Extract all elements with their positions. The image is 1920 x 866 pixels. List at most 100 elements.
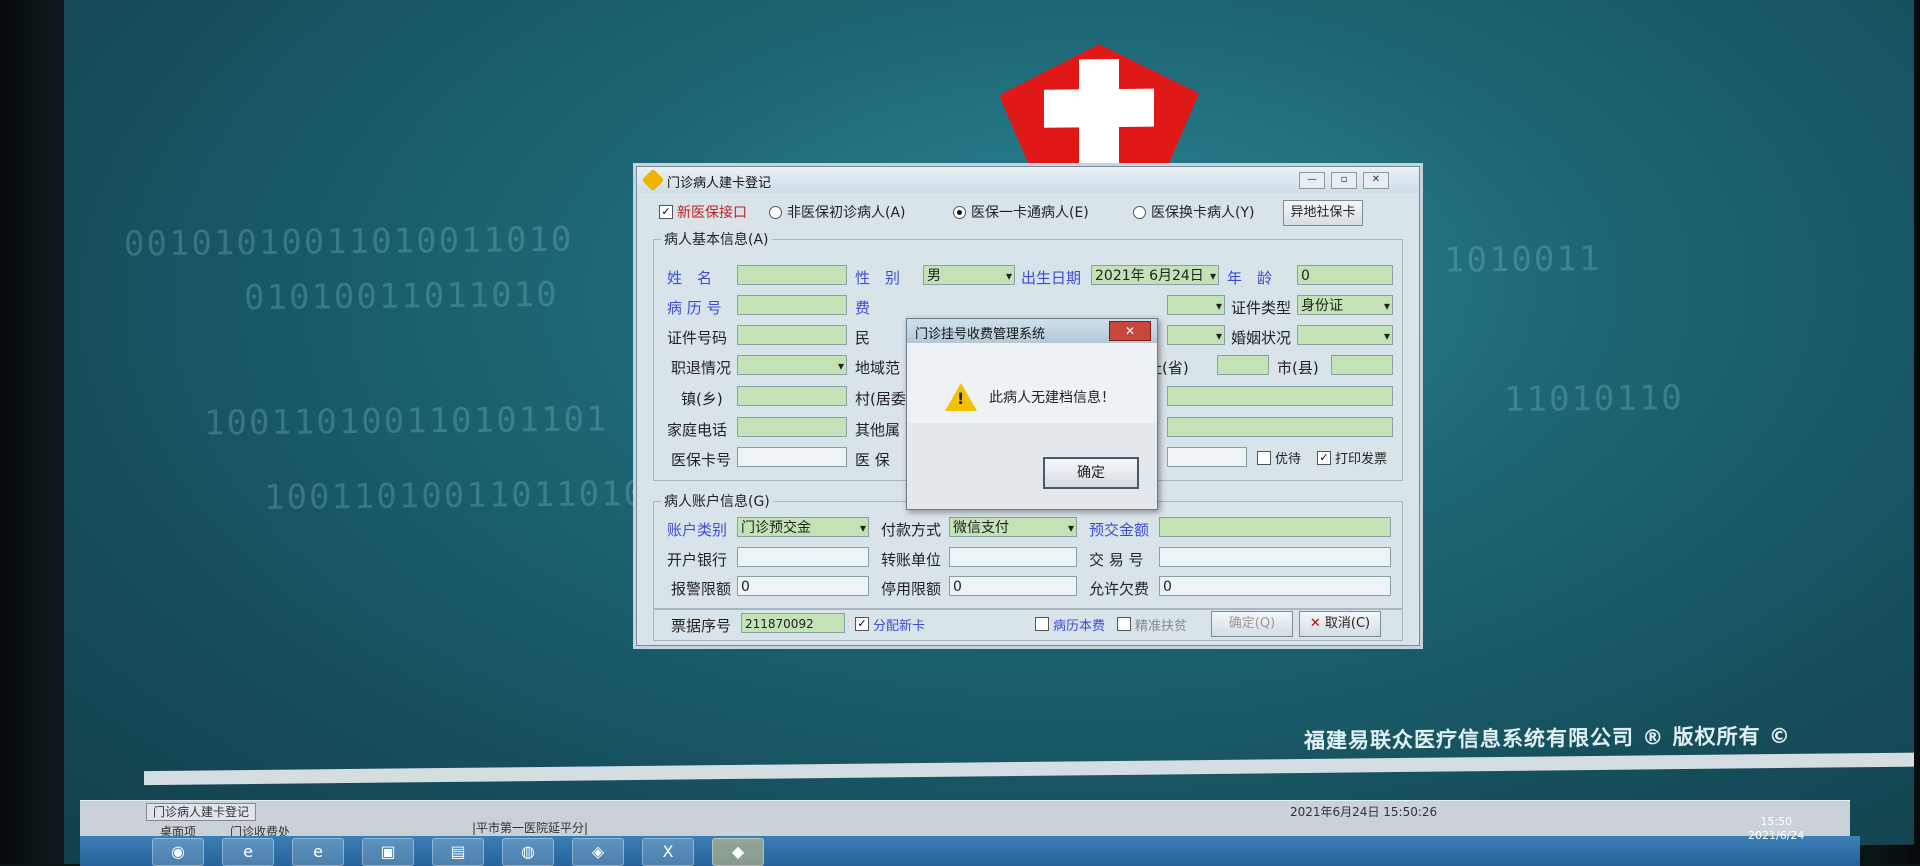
- village-field[interactable]: [1167, 386, 1393, 406]
- receipt-no-field[interactable]: 211870092: [741, 613, 845, 633]
- status-datetime: 2021年6月24日 15:50:26: [1290, 805, 1438, 819]
- print-invoice-checkbox[interactable]: ✓: [1317, 451, 1331, 465]
- prepay-field[interactable]: [1159, 517, 1391, 537]
- village-label: 村(居委: [855, 390, 906, 408]
- bank-field[interactable]: [737, 547, 869, 567]
- clock-date: 2021/6/24: [1748, 829, 1805, 842]
- id-no-field[interactable]: [737, 325, 847, 345]
- minimize-button[interactable]: —: [1299, 172, 1325, 189]
- confirm-button[interactable]: 确定(Q): [1211, 611, 1293, 637]
- close-button[interactable]: ✕: [1363, 172, 1389, 189]
- birthdate-label: 出生日期: [1021, 269, 1082, 287]
- alarm-limit-label: 报警限额: [671, 580, 732, 598]
- marital-label: 婚姻状况: [1231, 329, 1292, 347]
- ie2-browser-icon[interactable]: e: [292, 838, 344, 866]
- city-label: 市(县): [1277, 359, 1319, 377]
- window-title: 门诊病人建卡登记: [667, 176, 772, 191]
- fee-type-select[interactable]: [1167, 295, 1225, 315]
- ie-browser-icon[interactable]: e: [222, 838, 274, 866]
- folder-icon[interactable]: ▤: [432, 838, 484, 866]
- status-hospital: |平市第一医院延平分|: [472, 821, 589, 835]
- decor-binary: 11010110: [1504, 378, 1684, 420]
- town-label: 镇(乡): [681, 390, 723, 408]
- name-field[interactable]: [737, 265, 847, 285]
- city-field[interactable]: [1331, 355, 1393, 375]
- copyright-slogan: 福建易联众医疗信息系统有限公司 ® 版权所有 ©: [1304, 723, 1791, 754]
- record-no-field[interactable]: [737, 295, 847, 315]
- priority-label: 优待: [1275, 452, 1302, 467]
- bank-label: 开户银行: [667, 551, 728, 569]
- transfer-label: 转账单位: [881, 551, 942, 569]
- status-line: [144, 752, 1914, 786]
- fee-label: 费: [855, 299, 871, 317]
- print-invoice-label: 打印发票: [1335, 452, 1388, 467]
- offsite-card-button[interactable]: 异地社保卡: [1283, 200, 1363, 226]
- radio-non-insured-label: 非医保初诊病人(A): [787, 205, 906, 221]
- radio-non-insured[interactable]: [769, 206, 782, 219]
- birthdate-picker[interactable]: 2021年 6月24日: [1091, 265, 1219, 285]
- dialog-close-button[interactable]: ✕: [1109, 321, 1151, 341]
- clock-time: 15:50: [1760, 815, 1793, 828]
- retire-select[interactable]: [737, 355, 847, 375]
- other-label: 其他属: [855, 421, 901, 439]
- priority-checkbox[interactable]: [1257, 451, 1271, 465]
- record-book-checkbox[interactable]: [1035, 617, 1049, 631]
- cancel-button[interactable]: ✕ 取消(C): [1299, 611, 1381, 637]
- insurance-card-label: 医保卡号: [671, 451, 732, 469]
- system-clock: 15:50 2021/6/24: [1748, 815, 1804, 843]
- id-type-select[interactable]: 身份证: [1297, 295, 1393, 315]
- maximize-button[interactable]: ▫: [1331, 172, 1357, 189]
- marital-select[interactable]: [1297, 325, 1393, 345]
- insurance-card-field[interactable]: [737, 447, 847, 467]
- start-orb-icon[interactable]: ◉: [152, 838, 204, 866]
- assign-card-checkbox[interactable]: ✓: [855, 617, 869, 631]
- warning-icon: !: [945, 383, 977, 411]
- assign-card-label: 分配新卡: [873, 619, 926, 634]
- id-type-label: 证件类型: [1231, 299, 1292, 317]
- pay-method-select[interactable]: 微信支付: [949, 517, 1077, 537]
- town-field[interactable]: [737, 386, 847, 406]
- precise-checkbox[interactable]: [1117, 617, 1131, 631]
- gender-label: 性 别: [855, 269, 901, 287]
- trade-no-field[interactable]: [1159, 547, 1391, 567]
- new-insurance-checkbox[interactable]: ✓: [659, 205, 673, 219]
- other-field[interactable]: [1167, 417, 1393, 437]
- app-diamond-icon: [641, 168, 665, 192]
- status-tab[interactable]: 门诊病人建卡登记: [146, 803, 257, 821]
- record-no-label: 病 历 号: [667, 299, 722, 317]
- radio-one-card-label: 医保一卡通病人(E): [971, 205, 1089, 221]
- radio-swap-card[interactable]: [1133, 206, 1146, 219]
- alarm-limit-field[interactable]: 0: [737, 576, 869, 596]
- dialog-titlebar: 门诊挂号收费管理系统 ✕: [907, 319, 1157, 343]
- dialog-title: 门诊挂号收费管理系统: [915, 327, 1046, 342]
- province-field[interactable]: [1217, 355, 1269, 375]
- ethnic-select[interactable]: [1167, 325, 1225, 345]
- transfer-field[interactable]: [949, 547, 1077, 567]
- decor-binary: 100110100110101101: [204, 399, 609, 444]
- cancel-x-icon: ✕: [1309, 616, 1321, 631]
- chrome-icon[interactable]: ◍: [502, 838, 554, 866]
- decor-binary: 00101010011010011010: [124, 219, 574, 265]
- allow-debt-field[interactable]: 0: [1159, 576, 1391, 596]
- account-type-select[interactable]: 门诊预交金: [737, 517, 869, 537]
- excel-icon[interactable]: X: [642, 838, 694, 866]
- app-icon[interactable]: ▣: [362, 838, 414, 866]
- stop-limit-field[interactable]: 0: [949, 576, 1077, 596]
- home-phone-field[interactable]: [737, 417, 847, 437]
- stop-limit-label: 停用限额: [881, 580, 942, 598]
- record-book-label: 病历本费: [1053, 619, 1106, 634]
- alert-dialog: 门诊挂号收费管理系统 ✕ ! 此病人无建档信息！ 确定: [906, 318, 1158, 510]
- dialog-ok-button[interactable]: 确定: [1043, 457, 1139, 489]
- region-label: 地域范: [855, 359, 901, 377]
- radio-one-card[interactable]: [953, 206, 966, 219]
- pay-method-label: 付款方式: [881, 521, 942, 539]
- app-status-bar: 门诊病人建卡登记 桌面项 门诊收费处 |平市第一医院延平分| 2021年6月24…: [80, 800, 1850, 841]
- age-field[interactable]: 0: [1297, 265, 1393, 285]
- new-insurance-label: 新医保接口: [677, 205, 747, 221]
- gender-select[interactable]: 男: [923, 265, 1015, 285]
- his-app-icon[interactable]: ◆: [712, 838, 764, 866]
- game-icon[interactable]: ◈: [572, 838, 624, 866]
- dialog-message: 此病人无建档信息！: [989, 390, 1115, 406]
- age-label: 年 龄: [1227, 269, 1273, 287]
- medical-field[interactable]: [1167, 447, 1247, 467]
